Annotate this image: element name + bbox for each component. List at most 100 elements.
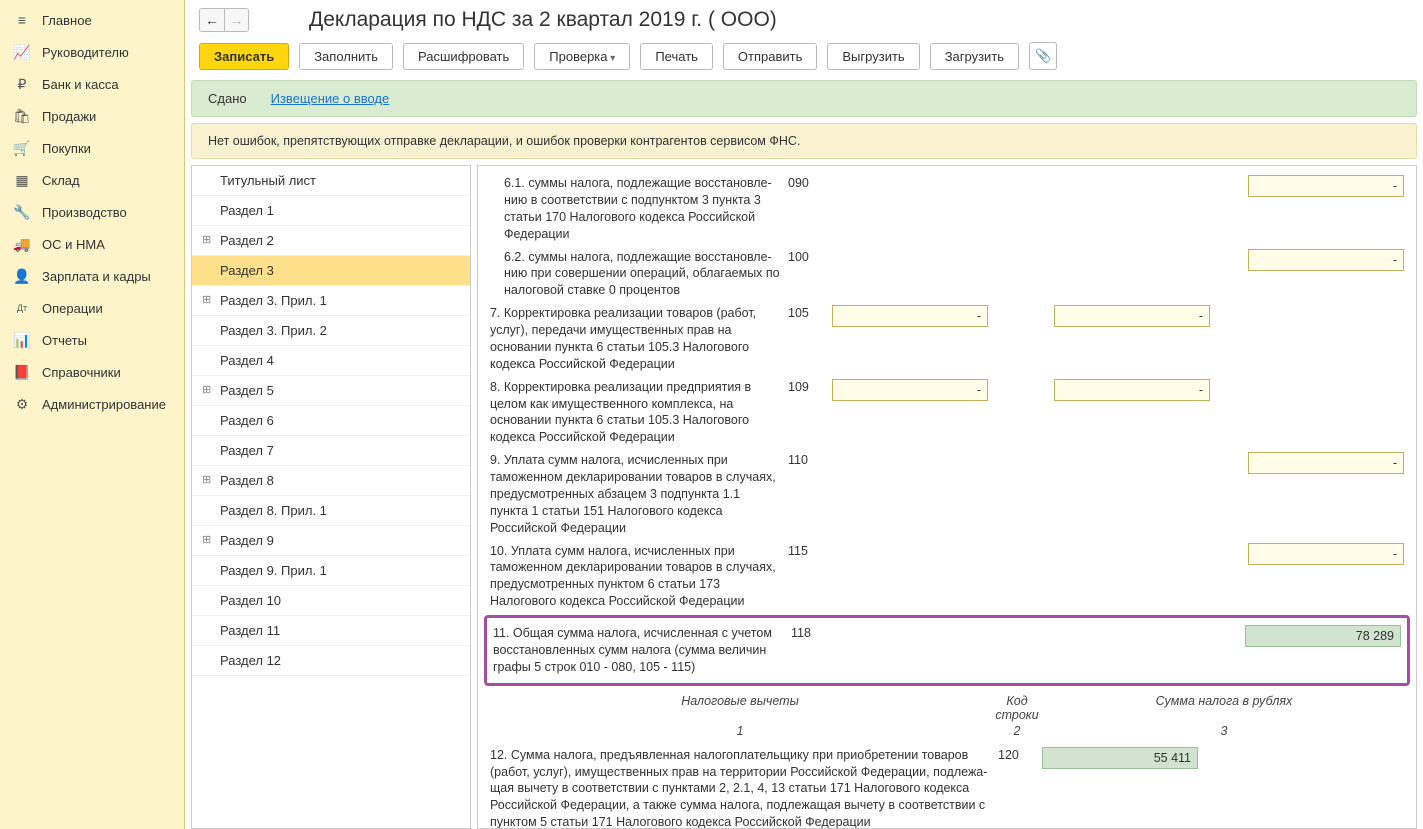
write-button[interactable]: Записать — [199, 43, 289, 70]
tree-item-s12[interactable]: Раздел 12 — [192, 646, 470, 676]
back-button[interactable]: ← — [200, 9, 224, 31]
toolbar: Записать Заполнить Расшифровать Проверка… — [185, 38, 1423, 80]
value-100[interactable] — [1248, 249, 1404, 271]
row-118: 11. Общая сумма налога, исчисленная с уч… — [493, 622, 1401, 679]
fill-button[interactable]: Заполнить — [299, 43, 393, 70]
row-code: 090 — [788, 175, 824, 192]
value-110[interactable] — [1248, 452, 1404, 474]
content: Титульный лист Раздел 1 Раздел 2 Раздел … — [191, 165, 1417, 829]
row-label: 7. Корректировка реализации товаров (раб… — [490, 305, 780, 373]
sidebar-item-label: Администрирование — [42, 397, 166, 412]
dtkt-icon: Дт — [14, 300, 30, 316]
sidebar-item-bank[interactable]: ₽Банк и касса — [0, 68, 184, 100]
sidebar-item-label: Руководителю — [42, 45, 129, 60]
sidebar-item-production[interactable]: 🔧 Производство — [0, 196, 184, 228]
value-105-2[interactable] — [1054, 305, 1210, 327]
attach-button[interactable]: 📎 — [1029, 42, 1057, 70]
cart-icon: 🛒 — [14, 140, 30, 156]
tree-item-s3p1[interactable]: Раздел 3. Прил. 1 — [192, 286, 470, 316]
sidebar-item-manager[interactable]: 📈 Руководителю — [0, 36, 184, 68]
tree-item-s11[interactable]: Раздел 11 — [192, 616, 470, 646]
grid-icon: ▦ — [14, 172, 30, 188]
sidebar: ≡Главное 📈 Руководителю ₽Банк и касса 🛍 Пр… — [0, 0, 185, 829]
tree-item-s9p1[interactable]: Раздел 9. Прил. 1 — [192, 556, 470, 586]
tree-item-s5[interactable]: Раздел 5 — [192, 376, 470, 406]
tree-item-s2[interactable]: Раздел 2 — [192, 226, 470, 256]
book-icon: 📕 — [14, 364, 30, 380]
tree-item-s8[interactable]: Раздел 8 — [192, 466, 470, 496]
tree-item-s6[interactable]: Раздел 6 — [192, 406, 470, 436]
tree-item-s8p1[interactable]: Раздел 8. Прил. 1 — [192, 496, 470, 526]
value-109-1[interactable] — [832, 379, 988, 401]
main: ← → Декларация по НДС за 2 квартал 2019 … — [185, 0, 1423, 829]
tree-item-s3p2[interactable]: Раздел 3. Прил. 2 — [192, 316, 470, 346]
sidebar-item-admin[interactable]: ⚙ Администрирование — [0, 388, 184, 420]
sh-n2: 2 — [990, 724, 1044, 738]
row-code: 100 — [788, 249, 824, 266]
sidebar-item-hr[interactable]: 👤 Зарплата и кадры — [0, 260, 184, 292]
page-title: Декларация по НДС за 2 квартал 2019 г. (… — [309, 8, 777, 32]
tree-item-s10[interactable]: Раздел 10 — [192, 586, 470, 616]
sub-nums: 1 2 3 — [490, 724, 1404, 744]
ruble-icon: ₽ — [14, 76, 30, 92]
row-label: 11. Общая сумма налога, исчисленная с уч… — [493, 625, 783, 676]
check-button[interactable]: Проверка — [534, 43, 630, 70]
row-105: 7. Корректировка реализации товаров (раб… — [490, 302, 1404, 376]
sidebar-item-assets[interactable]: 🚚 ОС и НМА — [0, 228, 184, 260]
sidebar-item-refs[interactable]: 📕Справочники — [0, 356, 184, 388]
row-label: 6.2. суммы налога, подлежащие восстановл… — [490, 249, 780, 300]
value-109-2[interactable] — [1054, 379, 1210, 401]
export-button[interactable]: Выгрузить — [827, 43, 919, 70]
tree-item-title[interactable]: Титульный лист — [192, 166, 470, 196]
value-115[interactable] — [1248, 543, 1404, 565]
row-label: 12. Сумма налога, предъявленная налогопл… — [490, 747, 990, 829]
row-120: 12. Сумма налога, предъявленная налогопл… — [490, 744, 1404, 829]
sidebar-item-label: ОС и НМА — [42, 237, 105, 252]
sidebar-item-main[interactable]: ≡Главное — [0, 4, 184, 36]
status-bar: Сдано Извещение о вводе — [191, 80, 1417, 117]
value-090[interactable] — [1248, 175, 1404, 197]
row-code: 118 — [791, 625, 827, 642]
truck-icon: 🚚 — [14, 236, 30, 252]
tree-item-s9[interactable]: Раздел 9 — [192, 526, 470, 556]
sidebar-item-label: Склад — [42, 173, 80, 188]
person-icon: 👤 — [14, 268, 30, 284]
send-button[interactable]: Отправить — [723, 43, 817, 70]
sub-header: Налоговые вычеты Код строки Сумма налога… — [490, 688, 1404, 724]
value-105-1[interactable] — [832, 305, 988, 327]
sidebar-item-label: Продажи — [42, 109, 96, 124]
sidebar-item-label: Зарплата и кадры — [42, 269, 151, 284]
decode-button[interactable]: Расшифровать — [403, 43, 524, 70]
status-link[interactable]: Извещение о вводе — [271, 91, 390, 106]
sidebar-item-label: Операции — [42, 301, 103, 316]
sidebar-item-purchases[interactable]: 🛒Покупки — [0, 132, 184, 164]
sidebar-item-label: Производство — [42, 205, 127, 220]
section-tree[interactable]: Титульный лист Раздел 1 Раздел 2 Раздел … — [191, 165, 471, 829]
row-110: 9. Уплата сумм налога, исчисленных при т… — [490, 449, 1404, 539]
sidebar-item-sales[interactable]: 🛍 Продажи — [0, 100, 184, 132]
row-090: 6.1. суммы налога, подлежащие восстановл… — [490, 172, 1404, 246]
forward-button[interactable]: → — [224, 9, 248, 31]
row-code: 110 — [788, 452, 824, 469]
row-label: 8. Корректировка реализации предприятия … — [490, 379, 780, 447]
sidebar-item-reports[interactable]: 📊Отчеты — [0, 324, 184, 356]
row-label: 6.1. суммы налога, подлежащие восстановл… — [490, 175, 780, 243]
row-label: 9. Уплата сумм налога, исчисленных при т… — [490, 452, 780, 536]
wrench-icon: 🔧 — [14, 204, 30, 220]
sidebar-item-operations[interactable]: Дт Операции — [0, 292, 184, 324]
gear-icon: ⚙ — [14, 396, 30, 412]
bag-icon: 🛍 — [14, 108, 30, 124]
sh-n3: 3 — [1044, 724, 1404, 738]
sh-n1: 1 — [490, 724, 990, 738]
row-109: 8. Корректировка реализации предприятия … — [490, 376, 1404, 450]
tree-item-s7[interactable]: Раздел 7 — [192, 436, 470, 466]
sidebar-item-warehouse[interactable]: ▦ Склад — [0, 164, 184, 196]
form-area[interactable]: 6.1. суммы налога, подлежащие восстановл… — [477, 165, 1417, 829]
tree-item-s1[interactable]: Раздел 1 — [192, 196, 470, 226]
print-button[interactable]: Печать — [640, 43, 713, 70]
chart-icon: 📈 — [14, 44, 30, 60]
tree-item-s4[interactable]: Раздел 4 — [192, 346, 470, 376]
sidebar-item-label: Отчеты — [42, 333, 87, 348]
load-button[interactable]: Загрузить — [930, 43, 1019, 70]
tree-item-s3[interactable]: Раздел 3 — [192, 256, 470, 286]
